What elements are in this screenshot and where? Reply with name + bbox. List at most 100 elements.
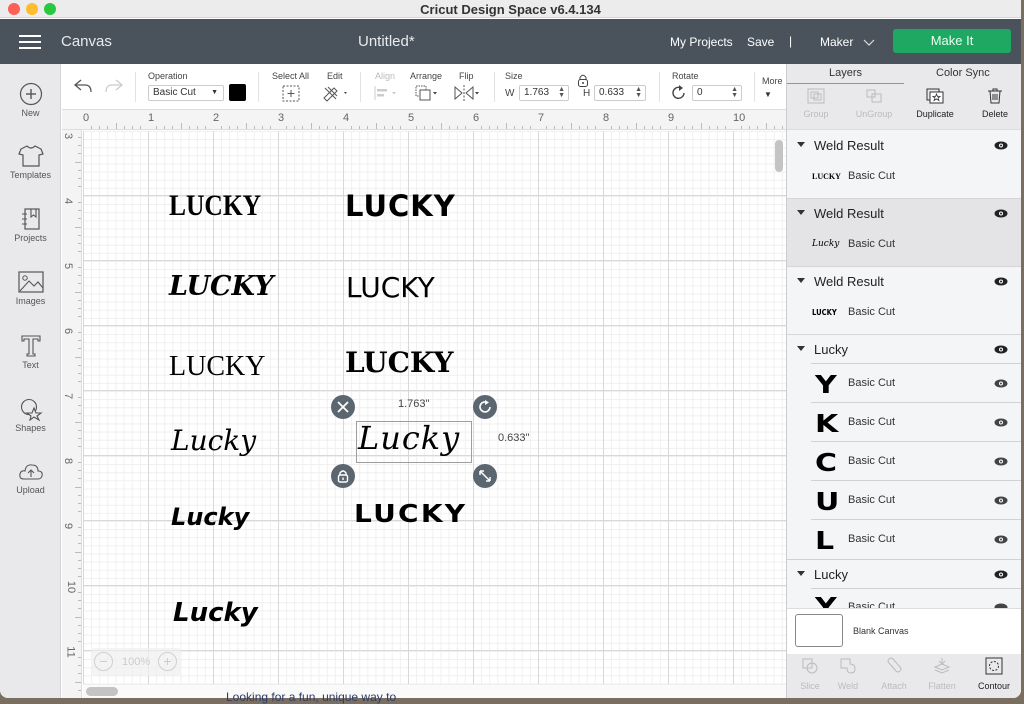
horizontal-scrollbar[interactable] bbox=[86, 687, 118, 696]
stepper-icon[interactable]: ▲ ▼ bbox=[731, 86, 738, 99]
vertical-scrollbar[interactable] bbox=[775, 140, 783, 172]
delete-button[interactable]: Delete bbox=[966, 88, 1021, 119]
layer-group-weld-2[interactable]: Weld Result Lucky Basic Cut bbox=[787, 199, 1021, 267]
zoom-out-button[interactable]: − bbox=[94, 652, 113, 671]
document-title[interactable]: Untitled* bbox=[358, 33, 415, 50]
weld-button[interactable]: Weld bbox=[825, 657, 871, 691]
sidebar-item-new[interactable]: New bbox=[0, 82, 61, 118]
layer-item-c[interactable]: C Basic Cut bbox=[811, 442, 1021, 481]
layer-group-title[interactable]: Lucky bbox=[797, 342, 848, 357]
design-canvas[interactable]: LUCKY LUCKY LUCKY LUCKY LUCKY LUCKY Luck… bbox=[83, 131, 786, 698]
height-input[interactable]: 0.633 ▲ ▼ bbox=[594, 85, 646, 101]
sidebar-label: Shapes bbox=[15, 423, 46, 433]
eye-icon[interactable] bbox=[994, 570, 1008, 579]
lock-proportions-handle[interactable] bbox=[331, 464, 355, 488]
sidebar-item-images[interactable]: Images bbox=[0, 270, 61, 306]
arrange-icon[interactable] bbox=[414, 84, 440, 102]
save-button[interactable]: Save bbox=[747, 35, 774, 49]
align-icon[interactable] bbox=[374, 86, 398, 100]
eye-icon[interactable] bbox=[994, 379, 1008, 388]
layer-group-title[interactable]: Weld Result bbox=[797, 206, 884, 221]
eye-icon[interactable] bbox=[994, 535, 1008, 544]
machine-select[interactable]: Maker bbox=[820, 35, 853, 49]
caret-down-icon[interactable] bbox=[797, 278, 805, 284]
canvas-text-lucky-10[interactable]: LUCKY bbox=[354, 501, 467, 526]
eye-icon[interactable] bbox=[994, 345, 1008, 354]
redo-icon[interactable] bbox=[104, 78, 124, 94]
caret-down-icon[interactable] bbox=[797, 210, 805, 216]
zoom-in-button[interactable]: + bbox=[158, 652, 177, 671]
my-projects-link[interactable]: My Projects bbox=[670, 35, 733, 49]
sidebar-item-shapes[interactable]: Shapes bbox=[0, 397, 61, 433]
canvas-text-lucky-7[interactable]: Lucky bbox=[171, 427, 256, 455]
attach-button[interactable]: Attach bbox=[871, 657, 917, 691]
more-label[interactable]: More bbox=[762, 76, 783, 86]
layer-item-y[interactable]: Y Basic Cut bbox=[811, 364, 1021, 403]
caret-down-icon[interactable] bbox=[797, 346, 805, 352]
make-it-button[interactable]: Make It bbox=[893, 29, 1011, 53]
canvas-text-lucky-1[interactable]: LUCKY bbox=[169, 191, 261, 221]
ungroup-button[interactable]: UnGroup bbox=[845, 88, 903, 119]
layer-operation: Basic Cut bbox=[848, 306, 896, 318]
layer-item-u[interactable]: U Basic Cut bbox=[811, 481, 1021, 520]
sidebar-item-upload[interactable]: Upload bbox=[0, 461, 61, 495]
undo-icon[interactable] bbox=[73, 78, 93, 94]
ruler-top-label: 5 bbox=[408, 112, 415, 124]
rotate-icon[interactable] bbox=[671, 85, 687, 101]
blank-canvas-row[interactable]: Blank Canvas bbox=[787, 608, 1021, 654]
eye-icon[interactable] bbox=[994, 141, 1008, 150]
stepper-icon[interactable]: ▲ ▼ bbox=[635, 86, 642, 99]
canvas-text-lucky-2[interactable]: LUCKY bbox=[345, 192, 456, 221]
layer-group-title[interactable]: Lucky bbox=[797, 567, 848, 582]
layer-group-lucky-2[interactable]: Lucky Y Basic Cut bbox=[787, 560, 1021, 608]
lock-aspect-icon[interactable] bbox=[576, 73, 590, 87]
eye-icon[interactable] bbox=[994, 457, 1008, 466]
sidebar-item-templates[interactable]: Templates bbox=[0, 144, 61, 180]
layer-item-k[interactable]: K Basic Cut bbox=[811, 403, 1021, 442]
color-swatch[interactable] bbox=[229, 84, 246, 101]
flip-icon[interactable] bbox=[453, 85, 481, 101]
operation-select[interactable]: Basic Cut ▼ bbox=[148, 85, 224, 101]
layer-operation: Basic Cut bbox=[848, 238, 896, 250]
group-button[interactable]: Group bbox=[787, 88, 845, 119]
tab-color-sync[interactable]: Color Sync bbox=[936, 67, 990, 79]
eye-icon[interactable] bbox=[994, 209, 1008, 218]
eye-icon[interactable] bbox=[994, 418, 1008, 427]
resize-handle[interactable] bbox=[473, 464, 497, 488]
sidebar-item-projects[interactable]: Projects bbox=[0, 207, 61, 243]
chevron-down-icon[interactable] bbox=[863, 39, 875, 46]
flatten-button[interactable]: Flatten bbox=[919, 657, 965, 691]
left-sidebar: New Templates Projects Images Text Shape… bbox=[0, 64, 61, 698]
select-all-icon[interactable] bbox=[282, 85, 300, 102]
layer-group-weld-1[interactable]: Weld Result LUCKY Basic Cut bbox=[787, 131, 1021, 199]
layer-group-title[interactable]: Weld Result bbox=[797, 274, 884, 289]
more-caret-icon[interactable]: ▼ bbox=[764, 90, 772, 99]
duplicate-button[interactable]: Duplicate bbox=[906, 88, 964, 119]
selection-bounding-box[interactable] bbox=[356, 421, 472, 463]
canvas-text-lucky-4[interactable]: LUCKY bbox=[346, 274, 435, 302]
eye-icon[interactable] bbox=[994, 496, 1008, 505]
caret-down-icon[interactable] bbox=[797, 142, 805, 148]
canvas-text-lucky-9[interactable]: Lucky bbox=[171, 505, 249, 529]
contour-button[interactable]: Contour bbox=[971, 657, 1017, 691]
hamburger-menu-icon[interactable] bbox=[19, 35, 41, 49]
layer-group-title[interactable]: Weld Result bbox=[797, 138, 884, 153]
caret-down-icon[interactable] bbox=[797, 571, 805, 577]
eye-icon[interactable] bbox=[994, 277, 1008, 286]
layer-group-lucky[interactable]: Lucky Y Basic Cut K Basic Cut C Basic Cu… bbox=[787, 335, 1021, 560]
stepper-icon[interactable]: ▲ ▼ bbox=[558, 86, 565, 99]
canvas-text-lucky-11[interactable]: Lucky bbox=[173, 600, 258, 626]
rotate-input[interactable]: 0 ▲ ▼ bbox=[692, 85, 742, 101]
canvas-text-lucky-3[interactable]: LUCKY bbox=[169, 273, 274, 300]
layer-item-l[interactable]: L Basic Cut bbox=[811, 520, 1021, 559]
blank-canvas-swatch[interactable] bbox=[795, 614, 843, 647]
delete-selection-button[interactable] bbox=[331, 395, 355, 419]
canvas-text-lucky-6[interactable]: LUCKY bbox=[345, 349, 453, 377]
width-input[interactable]: 1.763 ▲ ▼ bbox=[519, 85, 569, 101]
canvas-text-lucky-5[interactable]: LUCKY bbox=[169, 353, 265, 381]
tab-layers[interactable]: Layers bbox=[829, 67, 862, 79]
layer-group-weld-3[interactable]: Weld Result LUCKY Basic Cut bbox=[787, 267, 1021, 335]
edit-pencil-ruler-icon[interactable] bbox=[322, 84, 350, 102]
sidebar-item-text[interactable]: Text bbox=[0, 334, 61, 370]
rotate-handle[interactable] bbox=[473, 395, 497, 419]
